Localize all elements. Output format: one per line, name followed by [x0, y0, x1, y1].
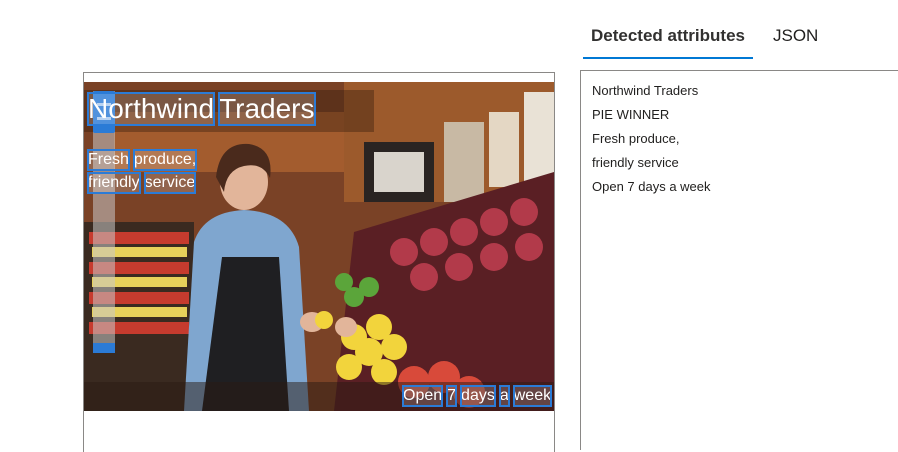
ocr-line-4: Open 7 days a week: [402, 385, 554, 407]
ocr-word-box[interactable]: service: [143, 172, 197, 194]
attribute-item: Open 7 days a week: [592, 179, 711, 194]
image-panel: Northwind Traders Fresh produce, friendl…: [83, 72, 555, 452]
ocr-word-box[interactable]: 7: [446, 385, 458, 407]
ocr-word-box[interactable]: Northwind: [87, 92, 216, 126]
result-tabs: Detected attributes JSON: [583, 22, 826, 59]
ocr-word-box[interactable]: Fresh: [87, 149, 130, 171]
region-slider-handle-bottom[interactable]: [93, 343, 115, 353]
ocr-word-box[interactable]: Traders: [218, 92, 316, 126]
attribute-item: Fresh produce,: [592, 131, 680, 146]
ocr-line-2: Fresh produce,: [87, 149, 200, 171]
ocr-word-box[interactable]: days: [460, 385, 496, 407]
ocr-line-3: friendly service: [87, 172, 199, 194]
attributes-list: Northwind Traders PIE WINNER Fresh produ…: [581, 71, 898, 199]
ocr-word-box[interactable]: Open: [402, 385, 444, 407]
ocr-word-box[interactable]: a: [498, 385, 510, 407]
attribute-item: Northwind Traders: [592, 83, 699, 98]
tab-detected-attributes[interactable]: Detected attributes: [583, 22, 753, 59]
detected-attributes-panel: Northwind Traders PIE WINNER Fresh produ…: [580, 70, 898, 450]
ocr-word-box[interactable]: week: [512, 385, 553, 407]
attribute-item: PIE WINNER: [592, 107, 670, 122]
ocr-word-box[interactable]: friendly: [87, 172, 141, 194]
ocr-line-title: Northwind Traders: [87, 92, 319, 126]
ocr-word-box[interactable]: produce,: [132, 149, 198, 171]
tab-json[interactable]: JSON: [765, 22, 826, 58]
analyzed-photo: Northwind Traders Fresh produce, friendl…: [84, 82, 554, 411]
attribute-item: friendly service: [592, 155, 679, 170]
